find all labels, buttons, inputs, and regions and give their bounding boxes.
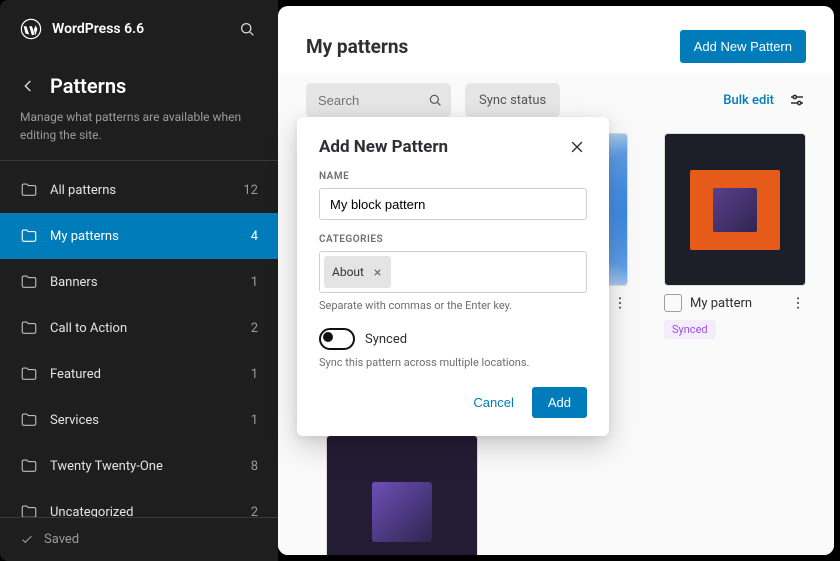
sidebar-item-call-to-action[interactable]: Call to Action 2 (0, 305, 278, 351)
folder-icon (20, 365, 38, 383)
check-icon (20, 533, 34, 547)
folder-icon (20, 181, 38, 199)
wordpress-logo-icon[interactable] (20, 18, 42, 40)
pattern-title: My pattern (690, 296, 782, 311)
add-new-pattern-button[interactable]: Add New Pattern (680, 30, 806, 63)
sidebar-divider (0, 160, 278, 161)
sidebar-title-row: Patterns (0, 50, 278, 108)
sidebar-item-all-patterns[interactable]: All patterns 12 (0, 167, 278, 213)
synced-hint: Sync this pattern across multiple locati… (319, 356, 587, 369)
pattern-thumbnail (664, 133, 806, 286)
content-header: My patterns Add New Pattern (278, 6, 834, 73)
search-field-wrap (306, 83, 451, 117)
cancel-button[interactable]: Cancel (465, 389, 521, 416)
pattern-actions-button[interactable] (612, 295, 628, 311)
page-title: My patterns (306, 35, 408, 58)
site-editor-sidebar: WordPress 6.6 Patterns Manage what patte… (0, 0, 278, 561)
save-status-label: Saved (44, 532, 79, 547)
sidebar-item-label: Services (50, 413, 99, 428)
dialog-title: Add New Pattern (319, 137, 448, 157)
sidebar-item-label: Featured (50, 367, 101, 382)
pattern-thumbnail (326, 435, 478, 555)
search-icon (427, 92, 443, 108)
sidebar-item-label: My patterns (50, 229, 119, 244)
pattern-card[interactable]: My pattern Synced (664, 133, 806, 339)
pattern-card[interactable]: My sinced pattern (326, 435, 478, 555)
categories-input[interactable]: About (319, 251, 587, 293)
sidebar-item-featured[interactable]: Featured 1 (0, 351, 278, 397)
command-palette-button[interactable] (232, 14, 262, 44)
sidebar-header: WordPress 6.6 (0, 0, 278, 50)
sidebar-item-count: 8 (251, 459, 258, 474)
sidebar-item-twenty-twenty-one[interactable]: Twenty Twenty-One 8 (0, 443, 278, 489)
synced-toggle-label: Synced (365, 332, 407, 347)
dialog-header: Add New Pattern (319, 137, 587, 157)
sidebar-item-count: 1 (251, 367, 258, 382)
sidebar-item-count: 1 (251, 413, 258, 428)
sidebar-item-label: All patterns (50, 183, 116, 198)
folder-icon (20, 319, 38, 337)
sidebar-section-title: Patterns (50, 74, 126, 98)
pattern-actions-button[interactable] (790, 295, 806, 311)
back-button[interactable] (20, 78, 36, 94)
sidebar-item-banners[interactable]: Banners 1 (0, 259, 278, 305)
folder-icon (20, 411, 38, 429)
sidebar-item-label: Banners (50, 275, 98, 290)
sidebar-item-count: 1 (251, 275, 258, 290)
sidebar-item-my-patterns[interactable]: My patterns 4 (0, 213, 278, 259)
sidebar-item-count: 12 (243, 183, 258, 198)
add-button[interactable]: Add (532, 387, 587, 418)
folder-icon (20, 457, 38, 475)
folder-icon (20, 227, 38, 245)
sidebar-item-label: Uncategorized (50, 505, 133, 518)
save-status: Saved (0, 517, 278, 561)
category-chip-label: About (332, 265, 364, 279)
folder-icon (20, 273, 38, 291)
sidebar-item-count: 2 (251, 321, 258, 336)
sidebar-item-label: Call to Action (50, 321, 127, 336)
pattern-name-input[interactable] (319, 188, 587, 220)
site-title: WordPress 6.6 (52, 21, 222, 37)
search-input[interactable] (306, 93, 528, 108)
categories-hint: Separate with commas or the Enter key. (319, 299, 587, 312)
folder-icon (20, 503, 38, 517)
bulk-edit-button[interactable]: Bulk edit (723, 93, 774, 108)
remove-chip-button[interactable] (372, 267, 383, 278)
close-button[interactable] (567, 137, 587, 157)
sidebar-description: Manage what patterns are available when … (0, 108, 278, 160)
select-pattern-checkbox[interactable] (664, 294, 682, 312)
category-chip: About (324, 256, 391, 288)
dialog-actions: Cancel Add (319, 387, 587, 418)
categories-field-label: CATEGORIES (319, 234, 587, 245)
synced-toggle-row: Synced (319, 328, 587, 350)
synced-toggle[interactable] (319, 328, 355, 350)
sidebar-item-services[interactable]: Services 1 (0, 397, 278, 443)
pattern-card-row: My pattern (664, 294, 806, 312)
view-options-button[interactable] (788, 91, 806, 109)
name-field-label: NAME (319, 171, 587, 182)
sidebar-item-count: 2 (251, 505, 258, 518)
sidebar-item-count: 4 (251, 229, 258, 244)
add-new-pattern-dialog: Add New Pattern NAME CATEGORIES About Se… (297, 117, 609, 436)
sidebar-item-uncategorized[interactable]: Uncategorized 2 (0, 489, 278, 517)
category-list: All patterns 12 My patterns 4 Banners 1 … (0, 167, 278, 517)
sidebar-item-label: Twenty Twenty-One (50, 459, 163, 474)
synced-badge: Synced (664, 320, 716, 339)
